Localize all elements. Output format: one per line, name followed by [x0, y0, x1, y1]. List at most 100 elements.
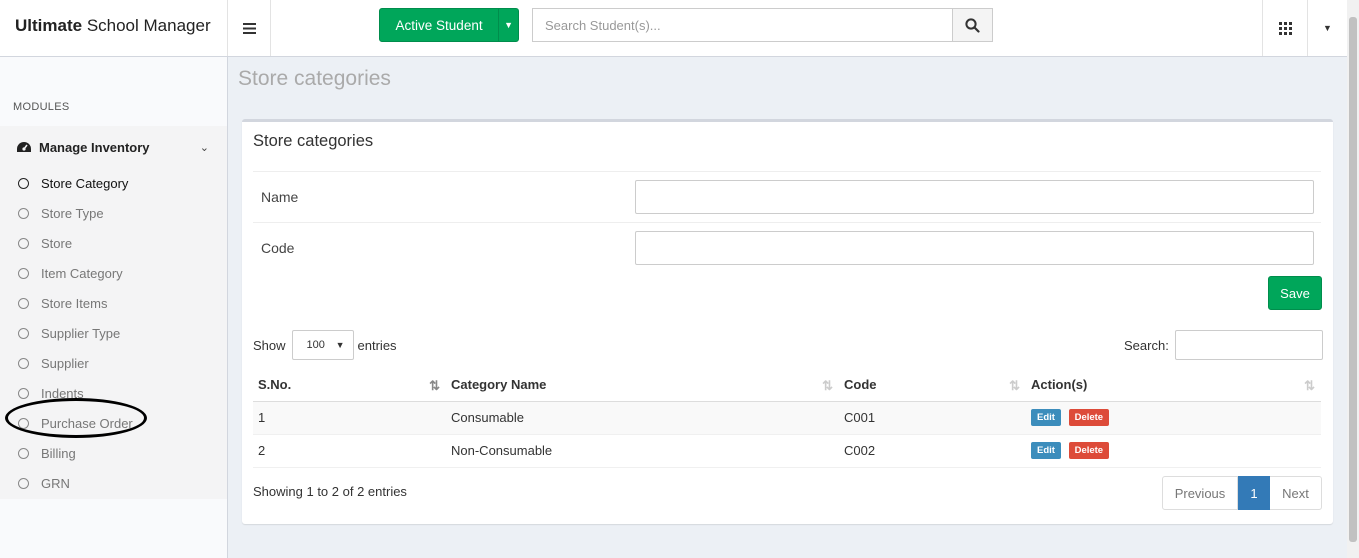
column-header-label: Code: [844, 376, 877, 392]
circle-icon: [18, 417, 29, 429]
pagination: Previous 1 Next: [1162, 476, 1322, 510]
edit-button[interactable]: Edit: [1031, 409, 1061, 427]
table-info: Showing 1 to 2 of 2 entries: [253, 484, 407, 499]
brand-logo[interactable]: Ultimate School Manager: [0, 0, 228, 56]
sidebar: MODULES Manage Inventory ⌄ Store Categor…: [0, 57, 228, 558]
table-header-row: S.No. ⇅ Category Name ⇅ Code ⇅ Action(s) ⇅: [253, 368, 1321, 402]
delete-button[interactable]: Delete: [1068, 442, 1110, 460]
brand-bold: Ultimate: [15, 16, 83, 35]
top-navbar: Ultimate School Manager Active Student ▼…: [0, 0, 1359, 57]
chevron-down-icon: ⌄: [199, 141, 209, 154]
box-title: Store categories: [253, 132, 374, 150]
sort-icon[interactable]: ⇅: [1304, 378, 1315, 394]
manage-inventory-toggle[interactable]: Manage Inventory ⌄: [0, 126, 227, 168]
save-button[interactable]: Save: [1268, 276, 1322, 310]
code-label: Code: [261, 240, 295, 256]
categories-table: S.No. ⇅ Category Name ⇅ Code ⇅ Action(s) ⇅ 1…: [253, 368, 1321, 468]
entries-length-select[interactable]: 100 ▼: [291, 330, 354, 360]
caret-down-icon[interactable]: ▼: [498, 9, 518, 41]
hamburger-icon[interactable]: [228, 0, 271, 56]
sidebar-item-label: Store Category: [41, 175, 129, 191]
table-search-input[interactable]: [1174, 330, 1323, 360]
circle-icon: [18, 477, 29, 489]
column-header-label: Action(s): [1031, 376, 1088, 392]
sidebar-item-store-category[interactable]: Store Category: [0, 168, 227, 198]
circle-icon: [18, 387, 29, 399]
sort-icon[interactable]: ⇅: [1009, 378, 1020, 394]
circle-icon: [18, 297, 29, 309]
circle-icon: [18, 447, 29, 459]
brand-rest: School Manager: [86, 16, 211, 35]
divider: [253, 171, 1321, 172]
pagination-previous[interactable]: Previous: [1162, 476, 1238, 510]
sidebar-item-label: Item Category: [41, 265, 123, 281]
sidebar-item-billing[interactable]: Billing: [0, 438, 227, 468]
cell-actions: Edit Delete: [1026, 401, 1321, 435]
student-search: [532, 8, 993, 42]
page-title: Store categories: [238, 67, 391, 90]
divider: [253, 222, 1321, 223]
apps-grid-button[interactable]: [1262, 0, 1307, 56]
table-search: Search:: [1124, 330, 1323, 360]
sidebar-item-store[interactable]: Store: [0, 228, 227, 258]
sort-asc-icon[interactable]: ⇅: [429, 378, 440, 394]
sidebar-item-supplier[interactable]: Supplier: [0, 348, 227, 378]
entries-label: entries: [357, 337, 397, 353]
cell-actions: Edit Delete: [1026, 434, 1321, 468]
circle-icon: [18, 327, 29, 339]
circle-icon: [18, 207, 29, 219]
user-menu-caret-icon[interactable]: ▼: [1307, 0, 1347, 56]
search-icon: [965, 17, 980, 33]
table-row: 2 Non-Consumable C002 Edit Delete: [253, 434, 1321, 468]
sidebar-item-label: Supplier: [41, 355, 89, 371]
caret-down-icon: ▼: [335, 340, 345, 350]
column-header-code[interactable]: Code ⇅: [839, 368, 1026, 402]
manage-inventory-label: Manage Inventory: [39, 139, 150, 155]
entries-length-value: 100: [306, 339, 325, 351]
sidebar-item-store-items[interactable]: Store Items: [0, 288, 227, 318]
column-header-category-name[interactable]: Category Name ⇅: [446, 368, 839, 402]
student-search-input[interactable]: [532, 8, 953, 42]
sidebar-item-label: Billing: [41, 445, 76, 461]
sidebar-item-label: Indents: [41, 385, 84, 401]
pagination-next[interactable]: Next: [1270, 476, 1322, 510]
circle-icon: [18, 357, 29, 369]
sidebar-item-label: Store Type: [41, 205, 104, 221]
pagination-page-1[interactable]: 1: [1238, 476, 1270, 510]
delete-button[interactable]: Delete: [1068, 409, 1110, 427]
code-field[interactable]: [635, 231, 1314, 265]
edit-button[interactable]: Edit: [1031, 442, 1061, 460]
cell-code: C002: [839, 434, 1026, 468]
modules-header: MODULES: [13, 101, 70, 113]
inventory-menu: Manage Inventory ⌄ Store Category Store …: [0, 126, 227, 499]
sidebar-item-label: Store Items: [41, 295, 108, 311]
name-label: Name: [261, 189, 299, 205]
sidebar-item-label: Purchase Order: [41, 415, 133, 431]
table-row: 1 Consumable C001 Edit Delete: [253, 401, 1321, 435]
cell-sno: 2: [253, 434, 446, 468]
sidebar-item-label: GRN: [41, 475, 70, 491]
page-scrollbar[interactable]: [1347, 0, 1359, 558]
column-header-sno[interactable]: S.No. ⇅: [253, 368, 446, 402]
sidebar-item-item-category[interactable]: Item Category: [0, 258, 227, 288]
active-student-label: Active Student: [395, 17, 483, 33]
length-control: Show 100 ▼ entries: [253, 330, 397, 360]
scrollbar-thumb[interactable]: [1349, 17, 1357, 542]
sidebar-item-label: Supplier Type: [41, 325, 121, 341]
circle-icon: [18, 267, 29, 279]
cell-sno: 1: [253, 401, 446, 435]
sidebar-item-store-type[interactable]: Store Type: [0, 198, 227, 228]
name-field[interactable]: [635, 180, 1314, 214]
sidebar-item-purchase-order[interactable]: Purchase Order: [0, 408, 227, 438]
active-student-button[interactable]: Active Student ▼: [379, 8, 519, 42]
sidebar-item-indents[interactable]: Indents: [0, 378, 227, 408]
sort-icon[interactable]: ⇅: [822, 378, 833, 394]
cell-code: C001: [839, 401, 1026, 435]
column-header-label: Category Name: [451, 376, 547, 392]
column-header-actions[interactable]: Action(s) ⇅: [1026, 368, 1321, 402]
cell-category-name: Consumable: [446, 401, 839, 435]
store-categories-box: Store categories Name Code Save Show 100…: [242, 119, 1333, 524]
sidebar-item-supplier-type[interactable]: Supplier Type: [0, 318, 227, 348]
search-button[interactable]: [953, 8, 993, 42]
sidebar-item-grn[interactable]: GRN: [0, 468, 227, 498]
